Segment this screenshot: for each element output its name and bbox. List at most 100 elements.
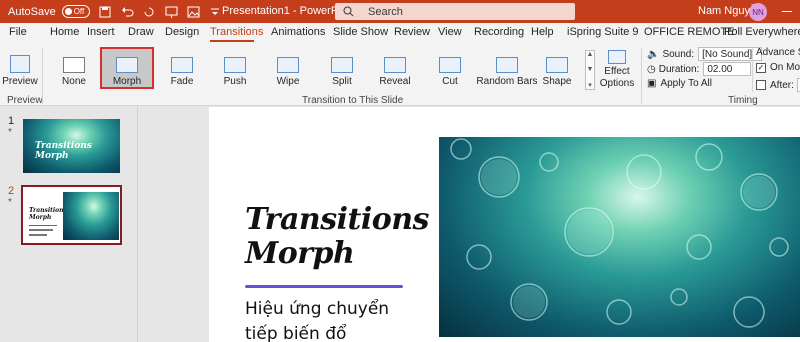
slide-image[interactable] xyxy=(439,137,800,337)
transition-reveal[interactable]: Reveal xyxy=(369,49,421,87)
advance-label: Advance Slid xyxy=(756,47,800,58)
gallery-scrollbar[interactable]: ▲ ▼ ▾ xyxy=(585,50,595,90)
transition-push[interactable]: Push xyxy=(209,49,261,87)
slide-thumbnail-2[interactable]: Transitions Morph xyxy=(21,185,122,245)
sound-icon: 🔈 xyxy=(647,48,660,60)
transition-label: Reveal xyxy=(379,76,411,87)
avatar[interactable]: NN xyxy=(749,3,767,21)
slide-title-line2: Morph xyxy=(245,236,355,271)
tab-review[interactable]: Review xyxy=(394,26,430,38)
tab-slide-show[interactable]: Slide Show xyxy=(333,26,388,38)
split-icon xyxy=(331,57,353,73)
slide-subtitle-line2: tiếp biến đổ xyxy=(245,324,347,342)
transition-star-icon: * xyxy=(8,127,12,138)
tab-insert[interactable]: Insert xyxy=(87,26,115,38)
gallery-more-icon[interactable]: ▾ xyxy=(588,81,592,89)
tab-ispring[interactable]: iSpring Suite 9 xyxy=(567,26,639,38)
shape-icon xyxy=(546,57,568,73)
transition-random-bars[interactable]: Random Bars xyxy=(476,49,538,87)
tab-help[interactable]: Help xyxy=(531,26,554,38)
autosave-toggle[interactable]: Off xyxy=(61,5,90,18)
autosave-state: Off xyxy=(73,7,85,16)
minimize-icon[interactable] xyxy=(782,11,792,12)
transition-star-icon: * xyxy=(8,197,12,208)
undo-icon[interactable] xyxy=(121,5,134,18)
tab-design[interactable]: Design xyxy=(165,26,199,38)
wipe-icon xyxy=(277,57,299,73)
preview-group-label: Preview xyxy=(7,95,43,106)
transition-label: Morph xyxy=(112,76,142,87)
pane-divider[interactable] xyxy=(137,107,138,342)
on-mouse-label: On Mous xyxy=(770,62,800,73)
effect-options-button[interactable]: Effect Options xyxy=(598,50,636,90)
search-box[interactable]: Search xyxy=(335,3,575,20)
on-mouse-row[interactable]: ✓ On Mous xyxy=(756,62,800,73)
on-mouse-checkbox[interactable]: ✓ xyxy=(756,62,766,73)
slide-thumbnail-1[interactable]: Transitions Morph xyxy=(23,119,120,173)
ribbon-tabs: File Home Insert Draw Design Transitions… xyxy=(0,23,800,44)
slide-number: 1 xyxy=(8,115,15,127)
autosave-label: AutoSave xyxy=(8,5,56,18)
duration-input[interactable]: 02.00 xyxy=(703,62,752,76)
transition-shape[interactable]: Shape xyxy=(531,49,583,87)
tab-home[interactable]: Home xyxy=(50,26,79,38)
timing-group-label: Timing xyxy=(728,95,758,106)
tab-transitions[interactable]: Transitions xyxy=(210,26,263,38)
transition-morph[interactable]: Morph xyxy=(100,47,154,89)
transition-label: Wipe xyxy=(276,76,300,87)
slide-subtitle-line1: Hiệu ứng chuyển xyxy=(245,299,390,319)
effect-options-label-1: Effect xyxy=(604,66,630,77)
tab-file[interactable]: File xyxy=(9,26,27,38)
none-icon xyxy=(63,57,85,73)
group-separator xyxy=(641,48,642,104)
transition-label: Push xyxy=(223,76,247,87)
apply-all-icon: ▣ xyxy=(647,78,657,89)
after-checkbox[interactable] xyxy=(756,80,766,90)
thumb-image xyxy=(63,192,119,240)
redo-icon[interactable] xyxy=(143,5,156,18)
transition-split[interactable]: Split xyxy=(316,49,368,87)
after-label: After: xyxy=(770,79,794,91)
save-icon[interactable] xyxy=(99,5,112,18)
transition-label: Random Bars xyxy=(476,76,538,87)
slide-canvas[interactable]: Transitions Morph Hiệu ứng chuyển tiếp b… xyxy=(209,107,800,342)
tab-recording[interactable]: Recording xyxy=(474,26,524,38)
transition-cut[interactable]: Cut xyxy=(424,49,476,87)
effect-options-label-2: Options xyxy=(599,78,635,89)
tab-office-remote[interactable]: OFFICE REMOTE xyxy=(644,26,734,38)
tab-view[interactable]: View xyxy=(438,26,462,38)
apply-all-row[interactable]: ▣ Apply To All xyxy=(647,78,712,89)
transition-label: Shape xyxy=(542,76,572,87)
transition-none[interactable]: None xyxy=(48,49,100,87)
tab-poll-everywhere[interactable]: Poll Everywhere xyxy=(724,26,800,38)
reveal-icon xyxy=(384,57,406,73)
customize-icon[interactable] xyxy=(209,5,222,18)
slide-subtitle[interactable]: Hiệu ứng chuyển tiếp biến đổ xyxy=(245,297,389,342)
chevron-up-icon[interactable]: ▲ xyxy=(587,51,594,58)
ribbon: Preview Preview None Morph Fade Push Wip… xyxy=(0,44,800,106)
slide-title-line1: Transitions xyxy=(245,202,429,237)
push-icon xyxy=(224,57,246,73)
thumb-title-line1: Transitions xyxy=(29,207,67,214)
toggle-knob xyxy=(64,8,72,15)
powerpoint-window: AutoSave Off Presentation1 - PowerPoint … xyxy=(0,0,800,342)
sound-row: 🔈 Sound: [No Sound] xyxy=(647,47,763,61)
thumb-title: Transitions Morph xyxy=(35,141,92,161)
tab-draw[interactable]: Draw xyxy=(128,26,154,38)
chevron-down-icon[interactable]: ▼ xyxy=(587,66,594,73)
search-icon xyxy=(343,6,354,17)
slide-number: 2 xyxy=(8,185,15,197)
morph-icon xyxy=(116,57,138,73)
transition-wipe[interactable]: Wipe xyxy=(262,49,314,87)
tab-animations[interactable]: Animations xyxy=(271,26,325,38)
preview-button[interactable]: Preview xyxy=(0,49,40,87)
transition-label: Split xyxy=(332,76,352,87)
slide-title[interactable]: Transitions Morph xyxy=(245,203,429,271)
slide-thumbnails-pane: 1 * Transitions Morph 2 * Transitions Mo… xyxy=(0,107,137,342)
image-icon[interactable] xyxy=(187,5,200,18)
duration-value: 02.00 xyxy=(707,63,733,75)
apply-all-label: Apply To All xyxy=(660,78,712,89)
slideshow-icon[interactable] xyxy=(165,5,178,18)
transition-fade[interactable]: Fade xyxy=(156,49,208,87)
group-separator xyxy=(752,48,753,92)
